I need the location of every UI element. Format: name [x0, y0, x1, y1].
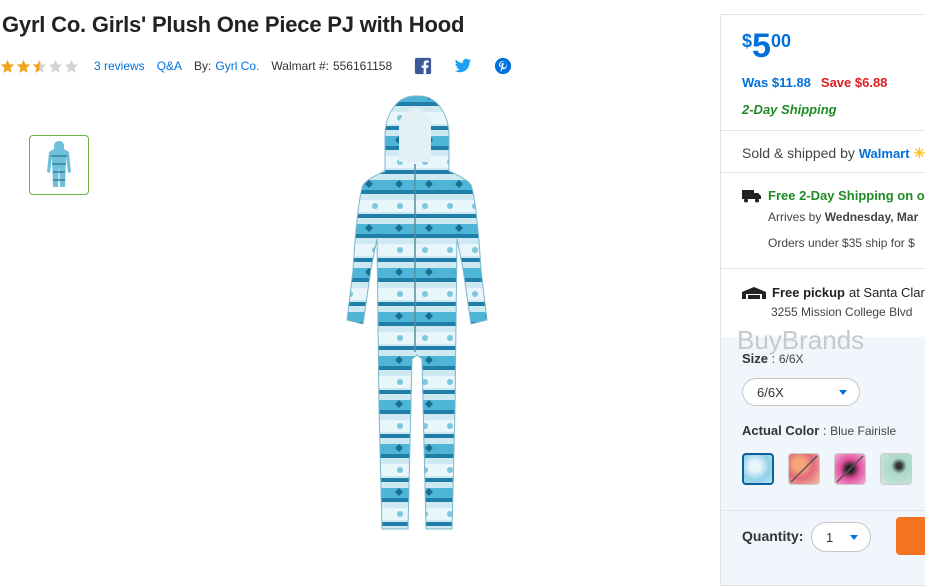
- divider: [721, 130, 925, 131]
- two-day-shipping-badge: 2-Day Shipping: [742, 102, 837, 117]
- add-to-cart-button[interactable]: [896, 517, 925, 555]
- walmart-number-label: Walmart #:: [271, 59, 329, 73]
- color-label: Actual Color: [742, 423, 820, 438]
- chevron-down-icon: [850, 535, 858, 540]
- price-dollars: 5: [752, 27, 771, 65]
- star-empty-icon: [48, 59, 63, 73]
- rating-stars[interactable]: [0, 59, 80, 74]
- free-shipping-text: Free 2-Day Shipping on or: [768, 188, 925, 203]
- quantity-select[interactable]: 1: [811, 522, 871, 552]
- unavailable-icon: [790, 455, 818, 483]
- qa-link[interactable]: Q&A: [157, 59, 182, 73]
- star-full-icon: [16, 59, 31, 73]
- divider: [721, 172, 925, 173]
- arrives-date: Wednesday, Mar: [824, 210, 919, 224]
- divider: [721, 510, 925, 511]
- chevron-down-icon: [839, 390, 847, 395]
- product-meta: 3 reviews Q&A By: Gyrl Co. Walmart #: 55…: [0, 57, 534, 75]
- star-half-icon: [32, 59, 47, 73]
- swatch-coral-pattern[interactable]: [788, 453, 820, 485]
- unavailable-icon: [836, 455, 864, 483]
- seller-link[interactable]: Walmart: [859, 146, 910, 161]
- divider: [721, 268, 925, 269]
- walmart-spark-icon: ✳: [913, 145, 925, 161]
- quantity-value: 1: [826, 529, 834, 545]
- watermark: BuyBrands: [737, 325, 865, 355]
- twitter-icon[interactable]: [454, 57, 472, 75]
- reviews-link[interactable]: 3 reviews: [94, 59, 145, 73]
- product-thumbnail[interactable]: [29, 135, 89, 195]
- options-panel: Size : 6/6X 6/6X Actual Color : Blue Fai…: [721, 337, 925, 585]
- facebook-icon[interactable]: [414, 57, 432, 75]
- size-selected: 6/6X: [757, 384, 784, 400]
- pickup-label: Free pickup: [772, 285, 845, 300]
- truck-icon: [742, 189, 761, 202]
- swatch-mint-dot[interactable]: [880, 453, 912, 485]
- walmart-number: 556161158: [332, 59, 393, 73]
- shipping-option: Free 2-Day Shipping on or: [742, 188, 925, 203]
- color-label-row: Actual Color : Blue Fairisle: [742, 423, 897, 438]
- social-share: [414, 57, 534, 75]
- pickup-store[interactable]: at Santa Clara: [849, 285, 925, 300]
- star-full-icon: [0, 59, 15, 73]
- swatch-pink-penguin[interactable]: [834, 453, 866, 485]
- product-main-image[interactable]: [315, 92, 515, 547]
- pickup-option: Free pickup at Santa Clara: [742, 285, 925, 300]
- sold-by-label: Sold & shipped by: [742, 145, 855, 161]
- quantity-label: Quantity:: [742, 528, 804, 544]
- was-price: Was $11.88: [742, 75, 811, 90]
- size-select[interactable]: 6/6X: [742, 378, 860, 406]
- star-empty-icon: [64, 59, 79, 73]
- swatch-blue-fairisle[interactable]: [742, 453, 774, 485]
- arrives-prefix: Arrives by: [768, 210, 822, 224]
- price-currency: $: [742, 31, 753, 51]
- price-cents: 00: [770, 31, 791, 51]
- onesie-thumbnail-image: [47, 141, 71, 187]
- buy-box: $500 Was $11.88 Save $6.88 2-Day Shipping…: [720, 14, 925, 586]
- pinterest-icon[interactable]: [494, 57, 512, 75]
- arrival-date: Arrives by Wednesday, Mar: [768, 210, 918, 224]
- price-comparison: Was $11.88 Save $6.88: [742, 75, 887, 90]
- store-address: 3255 Mission College Blvd: [771, 305, 913, 319]
- color-swatches: [742, 453, 925, 485]
- store-icon: [742, 286, 766, 299]
- color-value: Blue Fairisle: [830, 424, 897, 438]
- sold-by: Sold & shipped by Walmart ✳: [742, 145, 925, 162]
- product-title: Gyrl Co. Girls' Plush One Piece PJ with …: [2, 12, 465, 37]
- shipping-threshold-note: Orders under $35 ship for $: [768, 236, 915, 250]
- current-price: $500: [742, 27, 791, 66]
- save-amount: Save $6.88: [820, 75, 888, 90]
- by-label: By:: [194, 59, 212, 73]
- brand-link[interactable]: Gyrl Co.: [215, 59, 259, 73]
